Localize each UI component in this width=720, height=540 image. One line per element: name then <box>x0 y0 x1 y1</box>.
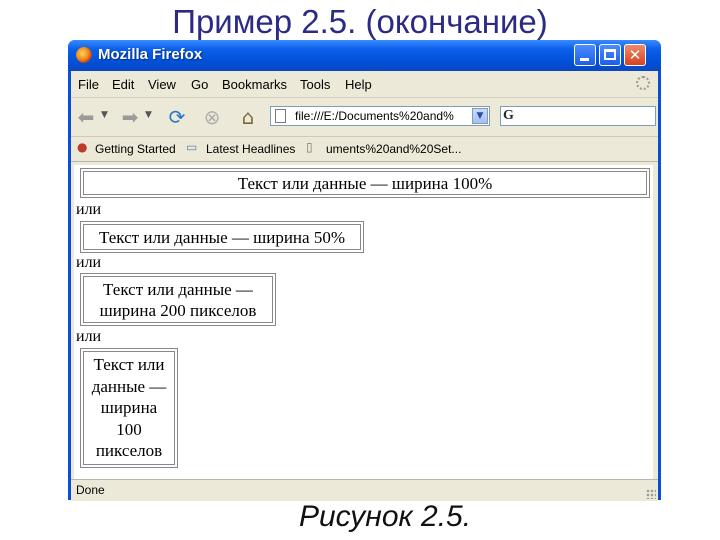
or-label: или <box>76 254 102 271</box>
url-text[interactable]: file:///E:/Documents%20and% <box>295 109 465 123</box>
table-cell: Текст или данные — ширина 100% <box>83 171 647 195</box>
minimize-icon <box>580 58 589 61</box>
menu-go[interactable]: Go <box>191 77 208 92</box>
table-cell-line: ширина <box>100 398 158 417</box>
bookmark-documents[interactable]: uments%20and%20Set... <box>326 142 461 156</box>
firefox-logo-icon <box>76 47 92 63</box>
table-cell-line: пикселов <box>95 441 163 460</box>
resize-grip-icon[interactable] <box>646 489 656 499</box>
status-text: Done <box>76 483 105 497</box>
table-width-50: Текст или данные — ширина 50% <box>80 221 364 253</box>
status-bar: Done <box>71 479 658 501</box>
or-label: или <box>76 201 102 218</box>
bookmark-latest-headlines[interactable]: Latest Headlines <box>206 142 295 156</box>
bookmark-getting-started[interactable]: Getting Started <box>95 142 176 156</box>
table-width-100: Текст или данные — ширина 100% <box>80 168 650 198</box>
menu-file[interactable]: File <box>78 77 99 92</box>
menu-edit[interactable]: Edit <box>112 77 134 92</box>
title-bar[interactable]: Mozilla Firefox ✕ <box>68 40 661 71</box>
forward-arrow-icon[interactable]: ➡ <box>118 105 142 129</box>
close-icon: ✕ <box>628 46 642 64</box>
menu-bookmarks[interactable]: Bookmarks <box>222 77 287 92</box>
table-cell: Текст или данные — ширина 100 пикселов <box>83 351 175 465</box>
or-label: или <box>76 328 102 345</box>
search-engine-icon[interactable]: G <box>503 108 514 124</box>
table-cell-line: ширина 200 пикселов <box>99 301 257 320</box>
back-arrow-icon[interactable]: ⬅ <box>74 105 98 129</box>
url-dropdown-icon[interactable]: ▼ <box>472 108 488 124</box>
getting-started-icon: ● <box>77 140 88 154</box>
bookmarks-toolbar: ● Getting Started ▭ Latest Headlines ▯ u… <box>71 137 658 162</box>
search-bar[interactable]: G <box>500 106 656 126</box>
page-content: Текст или данные — ширина 100% или Текст… <box>74 165 653 479</box>
table-width-200px: Текст или данные — ширина 200 пикселов <box>80 273 276 326</box>
browser-client: File Edit View Go Bookmarks Tools Help ⬅… <box>71 71 658 501</box>
table-cell-line: Текст или <box>93 355 165 374</box>
close-button[interactable]: ✕ <box>624 44 646 66</box>
minimize-button[interactable] <box>574 44 596 66</box>
forward-dropdown-icon[interactable]: ▼ <box>145 110 152 120</box>
page-icon <box>275 109 286 123</box>
home-icon[interactable]: ⌂ <box>236 105 260 129</box>
back-dropdown-icon[interactable]: ▼ <box>101 110 108 120</box>
page-icon: ▯ <box>306 140 313 154</box>
reload-icon[interactable]: ⟳ <box>165 105 189 129</box>
table-cell-line: Текст или данные — <box>103 280 253 299</box>
table-cell-line: 100 <box>116 419 142 439</box>
window-title: Mozilla Firefox <box>98 46 203 63</box>
maximize-button[interactable] <box>599 44 621 66</box>
table-cell-line: данные — <box>91 376 167 396</box>
stop-icon[interactable]: ⊗ <box>200 105 224 129</box>
table-width-100px: Текст или данные — ширина 100 пикселов <box>80 348 178 468</box>
maximize-icon <box>604 49 616 60</box>
menu-tools[interactable]: Tools <box>300 77 330 92</box>
menu-view[interactable]: View <box>148 77 176 92</box>
slide-title: Пример 2.5. (окончание) <box>172 3 548 40</box>
menu-help[interactable]: Help <box>345 77 372 92</box>
folder-icon: ▭ <box>186 140 198 154</box>
table-cell: Текст или данные — ширина 200 пикселов <box>83 276 273 323</box>
content-edge <box>654 165 658 479</box>
figure-caption: Рисунок 2.5. <box>298 500 472 533</box>
table-cell: Текст или данные — ширина 50% <box>83 224 361 250</box>
throbber-icon <box>636 76 650 90</box>
firefox-window: Mozilla Firefox ✕ File Edit View Go Book… <box>68 40 661 501</box>
navigation-toolbar: ⬅ ▼ ➡ ▼ ⟳ ⊗ ⌂ file:///E:/Documents%20and… <box>71 98 658 137</box>
menu-bar: File Edit View Go Bookmarks Tools Help <box>71 71 658 98</box>
url-bar[interactable]: file:///E:/Documents%20and% ▼ <box>270 106 490 126</box>
